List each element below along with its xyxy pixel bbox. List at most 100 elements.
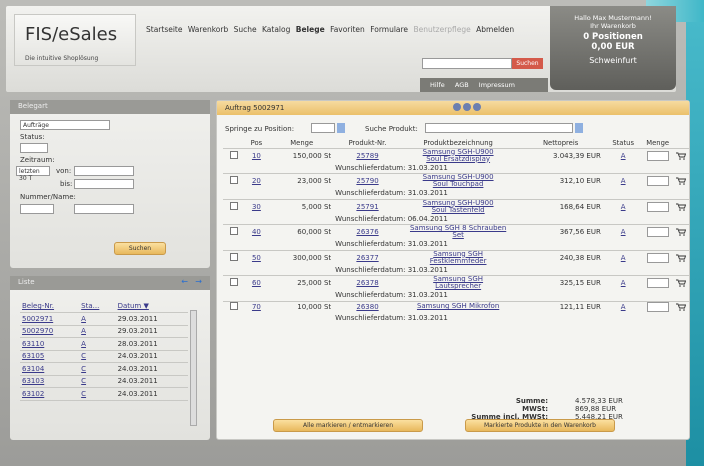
zeitraum-select[interactable]: letzten 30 T <box>16 166 50 182</box>
row-produkt-nr[interactable]: 25790 <box>335 173 400 188</box>
row-produkt-nr[interactable]: 26377 <box>335 249 400 265</box>
row-qty-input[interactable] <box>646 201 669 212</box>
row-select[interactable] <box>223 275 245 290</box>
row-produktbezeichnung[interactable]: Samsung SGH Festklemmfeder <box>399 249 517 265</box>
list-doc-number[interactable]: 63104 <box>20 362 80 376</box>
row-bez-line2[interactable]: Soul Ersatzdisplay <box>426 155 490 163</box>
row-qty-input[interactable] <box>646 150 669 161</box>
row-produktbezeichnung[interactable]: Samsung SGH 8 Schrauben Set <box>399 224 517 239</box>
prev-icon[interactable]: ← <box>181 277 188 286</box>
nummer-input[interactable] <box>74 204 134 214</box>
row-status[interactable]: A <box>604 249 642 265</box>
nav-favoriten[interactable]: Favoriten <box>330 25 365 34</box>
row-bez-line2[interactable]: Soul Tastenfeld <box>432 206 485 214</box>
row-pos[interactable]: 70 <box>244 300 269 312</box>
row-select[interactable] <box>223 249 245 265</box>
row-bez-line2[interactable]: Festklemmfeder <box>430 257 487 265</box>
row-checkbox[interactable] <box>229 227 238 235</box>
row-qty-input[interactable] <box>646 227 669 237</box>
row-select[interactable] <box>223 224 245 239</box>
cart-icon[interactable] <box>676 303 687 311</box>
row-cart[interactable] <box>673 198 689 214</box>
help-icon[interactable] <box>473 103 481 111</box>
list-row[interactable]: 63105 C 24.03.2011 <box>20 350 188 363</box>
cart-icon[interactable] <box>676 279 687 287</box>
doc-type-select[interactable]: Aufträge <box>20 120 110 130</box>
list-row[interactable]: 5002971 A 29.03.2011 <box>20 312 188 326</box>
row-select[interactable] <box>223 173 245 188</box>
row-pos[interactable]: 20 <box>244 173 269 188</box>
cart-icon[interactable] <box>676 177 687 185</box>
status-select[interactable] <box>20 143 48 153</box>
list-doc-number[interactable]: 63105 <box>20 350 80 363</box>
search-button[interactable]: Suchen <box>512 58 543 69</box>
nav-hilfe[interactable]: Hilfe <box>430 81 445 89</box>
export-icon[interactable] <box>463 103 471 111</box>
list-scrollbar[interactable] <box>190 310 197 426</box>
col-status[interactable]: Sta... <box>79 300 116 313</box>
suche-produkt-go-icon[interactable] <box>575 123 583 133</box>
row-pos[interactable]: 40 <box>244 224 269 239</box>
nav-formulare[interactable]: Formulare <box>370 25 408 34</box>
cart-icon[interactable] <box>676 254 687 262</box>
row-status[interactable]: A <box>604 224 642 239</box>
row-produkt-nr[interactable]: 26380 <box>335 300 400 312</box>
nav-abmelden[interactable]: Abmelden <box>476 25 514 34</box>
list-row[interactable]: 5002970 A 29.03.2011 <box>20 325 188 338</box>
row-cart[interactable] <box>673 147 689 163</box>
add-marked-to-cart-button[interactable]: Markierte Produkte in den Warenkorb <box>465 419 615 432</box>
list-row[interactable]: 63102 C 24.03.2011 <box>20 387 188 401</box>
col-beleg-nr[interactable]: Beleg-Nr. <box>20 300 80 313</box>
row-select[interactable] <box>223 198 245 214</box>
row-checkbox[interactable] <box>229 201 238 210</box>
nav-warenkorb[interactable]: Warenkorb <box>188 25 228 34</box>
row-select[interactable] <box>223 147 245 163</box>
cart-icon[interactable] <box>676 203 687 211</box>
row-produktbezeichnung[interactable]: Samsung SGH-U900 Soul Ersatzdisplay <box>399 147 517 163</box>
print-icon[interactable] <box>453 103 461 111</box>
von-input[interactable] <box>74 166 134 176</box>
list-doc-number[interactable]: 63110 <box>20 337 80 351</box>
cart-icon[interactable] <box>676 152 687 160</box>
row-checkbox[interactable] <box>229 150 238 159</box>
nav-startseite[interactable]: Startseite <box>146 25 182 34</box>
cart-summary[interactable]: Hallo Max Mustermann! Ihr Warenkorb 0 Pos… <box>550 6 676 90</box>
row-cart[interactable] <box>673 173 689 188</box>
row-produktbezeichnung[interactable]: Samsung SGH Mikrofon <box>399 300 517 312</box>
row-checkbox[interactable] <box>229 252 238 261</box>
logo[interactable]: FIS/eSales Die intuitive Shoplösung <box>14 14 136 66</box>
list-row[interactable]: 63110 A 28.03.2011 <box>20 337 188 351</box>
row-status[interactable]: A <box>604 198 642 214</box>
next-icon[interactable]: → <box>195 277 202 286</box>
row-select[interactable] <box>223 300 245 312</box>
row-checkbox[interactable] <box>229 278 238 286</box>
search-input[interactable] <box>422 58 512 69</box>
row-produkt-nr[interactable]: 26378 <box>335 275 400 290</box>
mark-all-button[interactable]: Alle markieren / entmarkieren <box>273 419 423 432</box>
row-pos[interactable]: 30 <box>244 198 269 214</box>
list-row[interactable]: 63104 C 24.03.2011 <box>20 362 188 376</box>
row-cart[interactable] <box>673 249 689 265</box>
row-qty-input[interactable] <box>646 176 669 186</box>
row-status[interactable]: A <box>604 300 642 312</box>
row-produktbezeichnung[interactable]: Samsung SGH-U900 Soul Touchpad <box>399 173 517 188</box>
bis-input[interactable] <box>74 179 134 189</box>
row-pos[interactable]: 60 <box>244 275 269 290</box>
springe-go-icon[interactable] <box>337 123 345 133</box>
nav-suche[interactable]: Suche <box>234 25 257 34</box>
row-bez-line2[interactable]: Soul Touchpad <box>433 180 484 188</box>
row-pos[interactable]: 10 <box>244 147 269 163</box>
row-qty-input[interactable] <box>646 278 669 288</box>
row-produktbezeichnung[interactable]: Samsung SGH-U900 Soul Tastenfeld <box>399 198 517 214</box>
row-produkt-nr[interactable]: 25789 <box>335 147 400 163</box>
row-cart[interactable] <box>673 300 689 312</box>
list-doc-number[interactable]: 63103 <box>20 375 80 388</box>
list-doc-number[interactable]: 5002970 <box>20 325 80 338</box>
row-produkt-nr[interactable]: 25791 <box>335 198 400 214</box>
col-datum[interactable]: Datum ▼ <box>115 300 188 313</box>
row-cart[interactable] <box>673 224 689 239</box>
row-bez-line2[interactable]: Set <box>452 231 464 239</box>
row-checkbox[interactable] <box>229 176 238 184</box>
nav-impressum[interactable]: Impressum <box>479 81 515 89</box>
suche-produkt-input[interactable] <box>425 123 573 133</box>
